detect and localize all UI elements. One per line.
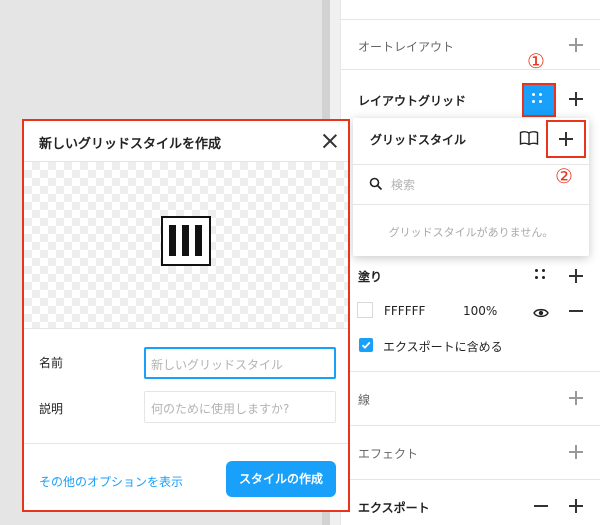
- popover-title: グリッドスタイル: [370, 133, 467, 147]
- effects-title: エフェクト: [358, 447, 419, 461]
- stroke-section: 線: [341, 372, 600, 426]
- fill-opacity-value[interactable]: 100%: [463, 304, 497, 318]
- add-auto-layout-plus-icon[interactable]: [566, 35, 586, 55]
- export-title: エクスポート: [358, 501, 430, 515]
- export-checkbox-label: エクスポートに含める: [383, 340, 503, 354]
- export-section: エクスポート: [341, 480, 600, 525]
- popover-divider-2: [353, 204, 589, 205]
- fill-hex-value[interactable]: FFFFFF: [384, 304, 425, 318]
- section-top: [341, 0, 600, 20]
- dialog-divider: [24, 443, 348, 444]
- auto-layout-section: オートレイアウト: [341, 20, 600, 70]
- add-stroke-plus-icon[interactable]: [566, 388, 586, 408]
- fill-style-icon[interactable]: [535, 269, 549, 283]
- properties-panel: オートレイアウト レイアウトグリッド 塗り FFFFFF 100% エクスポート…: [340, 0, 600, 525]
- fill-color-swatch[interactable]: [357, 302, 373, 318]
- export-checkbox[interactable]: [359, 338, 373, 352]
- remove-fill-minus-icon[interactable]: [566, 301, 586, 321]
- check-icon: [361, 341, 371, 349]
- layout-grid-title: レイアウトグリッド: [358, 94, 467, 108]
- stroke-title: 線: [358, 393, 371, 407]
- effects-section: エフェクト: [341, 426, 600, 480]
- grid-columns-icon: [161, 216, 211, 266]
- add-effect-plus-icon[interactable]: [566, 442, 586, 462]
- auto-layout-title: オートレイアウト: [358, 40, 455, 54]
- style-search-input[interactable]: 検索: [391, 176, 415, 193]
- create-grid-style-dialog: 新しいグリッドスタイルを作成 名前 新しいグリッドスタイル 説明 何のために使用…: [22, 119, 350, 512]
- style-description-field[interactable]: 何のために使用しますか?: [144, 391, 336, 423]
- name-label: 名前: [39, 356, 64, 370]
- add-export-plus-icon[interactable]: [566, 496, 586, 516]
- annotation-step1: ①: [527, 49, 545, 73]
- empty-styles-message: グリッドスタイルがありません。: [388, 226, 554, 239]
- eye-icon[interactable]: [533, 304, 549, 323]
- library-book-icon[interactable]: [519, 130, 539, 150]
- style-name-field[interactable]: 新しいグリッドスタイル: [144, 347, 336, 379]
- popover-divider: [353, 164, 589, 165]
- style-preview: [24, 161, 348, 329]
- add-layout-grid-plus-icon[interactable]: [566, 89, 586, 109]
- grid-style-icon: [532, 93, 546, 107]
- plus-icon: [556, 129, 576, 149]
- description-label: 説明: [39, 402, 64, 416]
- export-minus-icon[interactable]: [531, 496, 551, 516]
- grid-style-button[interactable]: [522, 83, 556, 117]
- more-options-link[interactable]: その他のオプションを表示: [39, 473, 183, 490]
- annotation-step2: ②: [555, 164, 573, 188]
- close-icon[interactable]: [322, 133, 338, 149]
- fill-title: 塗り: [358, 270, 383, 284]
- create-style-button[interactable]: スタイルの作成: [226, 461, 336, 497]
- create-grid-style-button[interactable]: [546, 120, 586, 158]
- fill-section: 塗り FFFFFF 100% エクスポートに含める: [341, 260, 600, 372]
- add-fill-plus-icon[interactable]: [566, 266, 586, 286]
- search-icon: [369, 176, 383, 195]
- dialog-title: 新しいグリッドスタイルを作成: [39, 137, 222, 152]
